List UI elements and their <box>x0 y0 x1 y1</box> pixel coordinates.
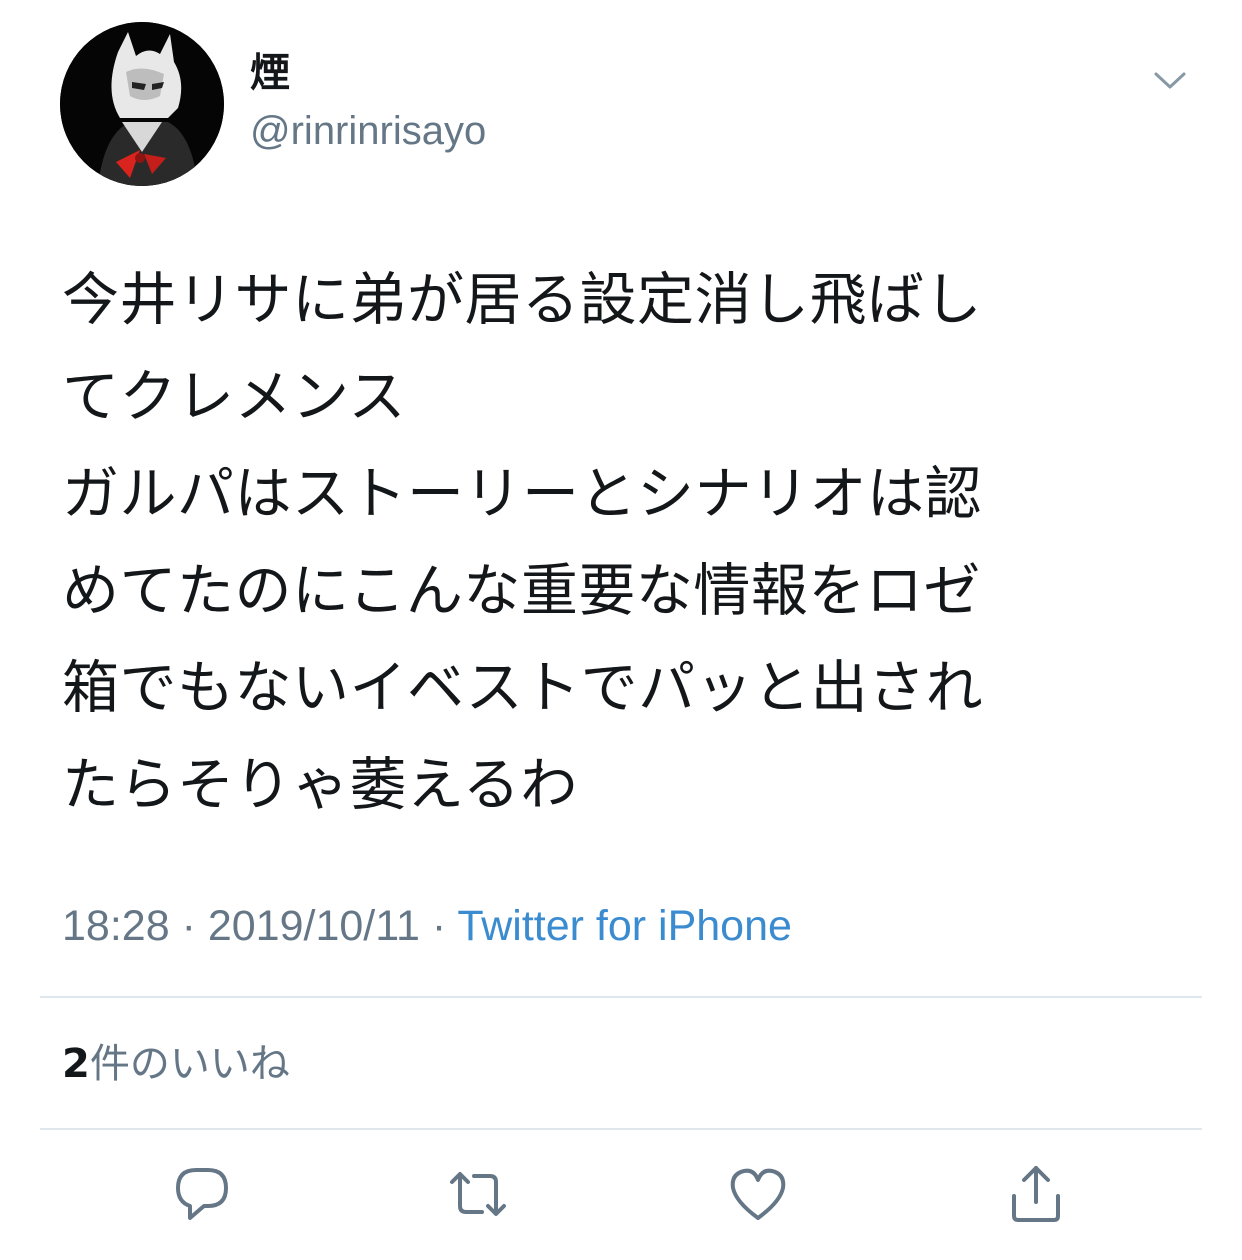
meta-separator: · <box>431 902 447 950</box>
chevron-down-icon[interactable] <box>1148 58 1192 102</box>
avatar[interactable] <box>60 22 224 186</box>
meta-separator: · <box>181 902 196 950</box>
tweet-date: 2019/10/11 <box>207 902 420 950</box>
tweet-text: 今井リサに弟が居る設定消し飛ばし てクレメンス ガルパはストーリーとシナリオは認… <box>62 252 1182 834</box>
likes-count: 2 <box>62 1041 90 1087</box>
tweet-line: めてたのにこんな重要な情報をロゼ <box>62 558 981 624</box>
retweet-icon <box>450 1172 506 1216</box>
likes-summary[interactable]: 2件のいいね <box>62 1038 290 1090</box>
tweet-source-link[interactable]: Twitter for iPhone <box>457 902 792 950</box>
share-icon <box>1012 1166 1060 1222</box>
tweet-meta: 18:28 · 2019/10/11 · Twitter for iPhone <box>62 898 792 954</box>
retweet-button[interactable] <box>446 1162 510 1226</box>
like-icon <box>730 1168 786 1220</box>
tweet-line: ガルパはストーリーとシナリオは認 <box>62 461 982 527</box>
avatar-image <box>60 22 224 186</box>
tweet-line: 今井リサに弟が居る設定消し飛ばし <box>62 267 982 333</box>
tweet-time: 18:28 <box>62 902 170 950</box>
reply-button[interactable] <box>170 1162 234 1226</box>
tweet-line: 箱でもないイベストでパッと出され <box>62 655 984 721</box>
display-name[interactable]: 煙 <box>250 48 290 98</box>
share-button[interactable] <box>1004 1162 1068 1226</box>
likes-label: 件のいいね <box>89 1041 290 1087</box>
like-button[interactable] <box>726 1162 790 1226</box>
divider <box>40 1128 1202 1130</box>
reply-icon <box>176 1168 228 1220</box>
user-handle[interactable]: @rinrinrisayo <box>250 106 486 156</box>
divider <box>40 996 1202 998</box>
tweet-line: たらそりゃ萎えるわ <box>62 752 578 818</box>
tweet-line: てクレメンス <box>62 364 406 430</box>
